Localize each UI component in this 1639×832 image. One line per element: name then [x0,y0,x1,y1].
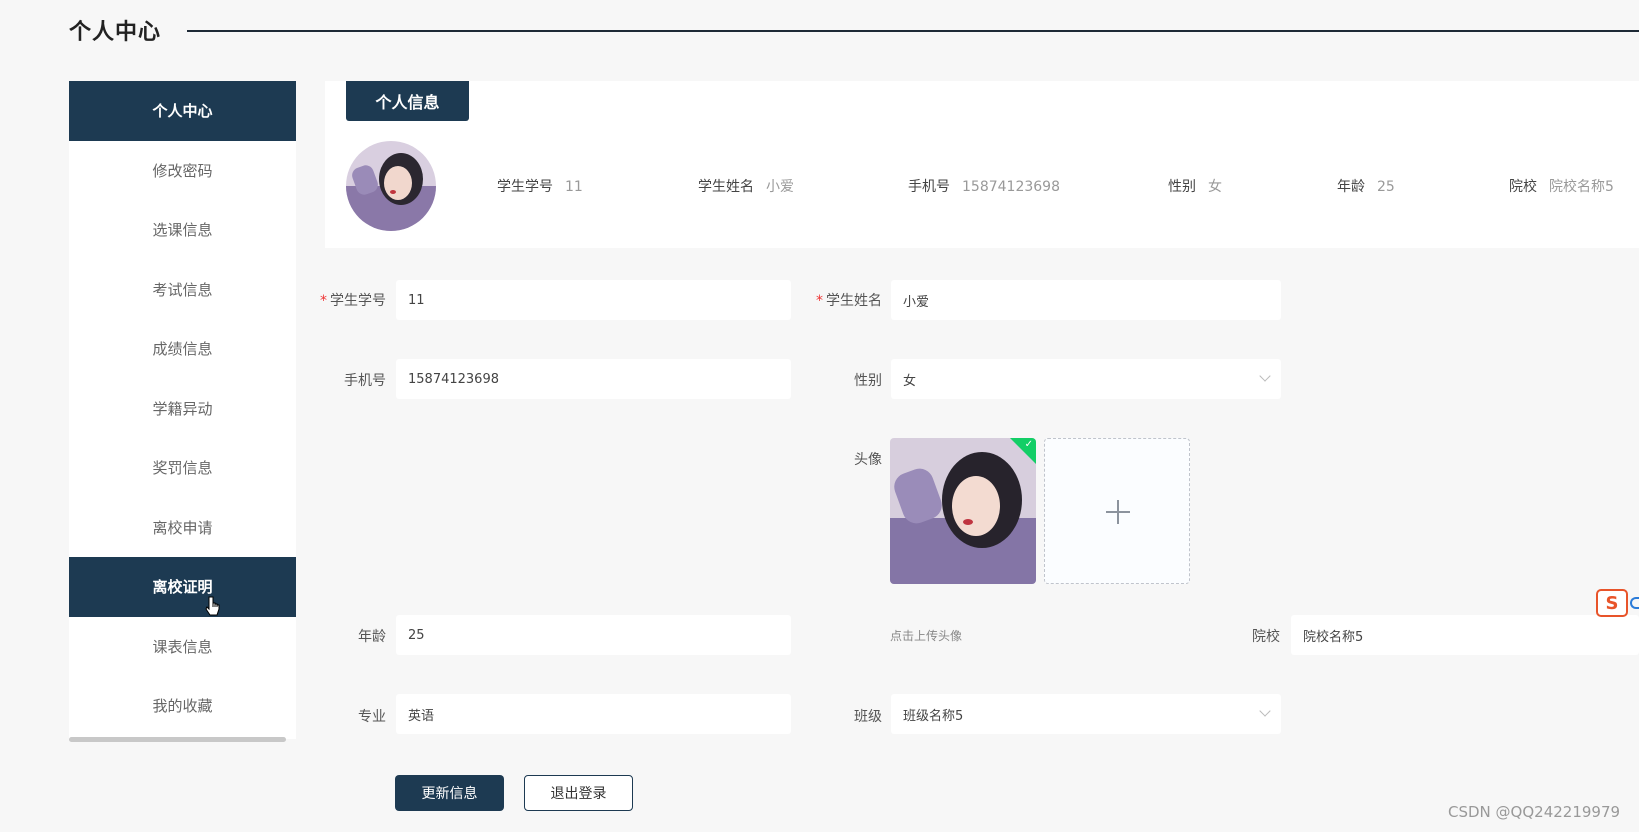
sidebar-item-favorites[interactable]: 我的收藏 [69,676,296,736]
age-label: 年龄 [358,629,386,645]
sidebar-item-status-change[interactable]: 学籍异动 [69,379,296,439]
class-label: 班级 [854,709,882,725]
phone-input[interactable]: 15874123698 [396,359,791,399]
sidebar-item-grade-info[interactable]: 成绩信息 [69,319,296,379]
sidebar-item-leave-application[interactable]: 离校申请 [69,498,296,558]
school-label: 院校 [1252,629,1280,645]
summary-phone: 手机号 15874123698 [908,179,1060,195]
summary-gender: 性别女 [1168,179,1222,195]
update-info-button[interactable]: 更新信息 [395,775,504,811]
page-header: 个人中心 [69,12,1639,48]
student-id-label: * 学生学号 [320,293,386,309]
check-icon: ✓ [1024,439,1033,450]
required-mark: * [816,293,823,309]
sidebar-item-timetable[interactable]: 课表信息 [69,617,296,677]
header-divider [187,30,1639,32]
uploaded-avatar-image[interactable]: ✓ [890,438,1036,584]
summary-student-name: 学生姓名 小爱 [698,179,794,195]
gender-label: 性别 [854,373,882,389]
chevron-down-icon [1259,370,1271,382]
chevron-down-icon [1259,705,1271,717]
sogou-toolbar-tab[interactable] [1630,597,1639,609]
page-title: 个人中心 [69,20,162,45]
summary-school: 院校 院校名称5 [1509,179,1614,195]
sidebar-item-leave-certificate[interactable]: 离校证明 [69,557,296,617]
sidebar-item-rewards-penalties[interactable]: 奖罚信息 [69,438,296,498]
upload-hint: 点击上传头像 [890,629,963,643]
class-select-value: 班级名称5 [903,708,964,724]
student-id-input[interactable]: 11 [396,280,791,320]
logout-button[interactable]: 退出登录 [524,775,633,811]
class-select[interactable]: 班级名称5 [891,694,1281,734]
plus-icon-vertical [1117,500,1119,524]
student-name-label: * 学生姓名 [816,293,882,309]
school-input[interactable]: 院校名称5 [1291,615,1639,655]
major-input[interactable]: 英语 [396,694,791,734]
major-label: 专业 [358,709,386,725]
phone-label: 手机号 [344,373,386,389]
sidebar-item-exam-info[interactable]: 考试信息 [69,260,296,320]
sogou-input-icon[interactable]: S [1596,589,1628,617]
gender-select[interactable]: 女 [891,359,1281,399]
sidebar-item-change-password[interactable]: 修改密码 [69,141,296,201]
sidebar: 个人中心 修改密码 选课信息 考试信息 成绩信息 学籍异动 奖罚信息 离校申请 … [69,81,296,742]
avatar-label: 头像 [854,452,882,468]
sidebar-scrollbar[interactable] [69,737,286,742]
required-mark: * [320,293,327,309]
age-input[interactable]: 25 [396,615,791,655]
sidebar-item-course-selection[interactable]: 选课信息 [69,200,296,260]
student-name-input[interactable]: 小爱 [891,280,1281,320]
mouse-cursor-icon [205,596,220,616]
watermark: CSDN @QQ242219979 [1448,803,1621,821]
sidebar-item-personal-center[interactable]: 个人中心 [69,81,296,141]
tab-personal-info[interactable]: 个人信息 [346,81,469,121]
gender-select-value: 女 [903,373,917,389]
personal-info-card: 个人信息 [325,81,1639,248]
avatar [346,141,436,231]
summary-student-id: 学生学号 11 [497,179,583,195]
upload-avatar-button[interactable] [1044,438,1190,584]
summary-age: 年龄 25 [1337,179,1395,195]
